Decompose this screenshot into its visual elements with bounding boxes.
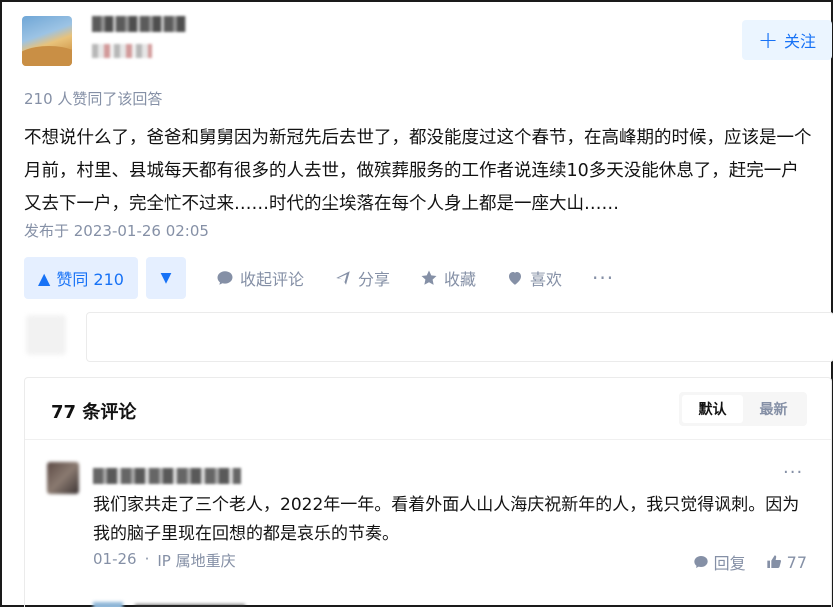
share-label: 分享 (357, 270, 390, 289)
thumbs-up-icon (766, 555, 781, 568)
vote-summary[interactable]: 210 人赞同了该回答 (24, 88, 162, 109)
share-button[interactable]: 分享 (334, 266, 390, 290)
upvote-button[interactable]: ▲ 赞同 210 (24, 257, 138, 299)
comment-bubble-icon (693, 556, 708, 568)
sort-default-tab[interactable]: 默认 (682, 395, 743, 423)
comment-meta: 01-26 · IP 属地重庆 (93, 550, 236, 571)
comment-more-button[interactable]: ··· (783, 462, 803, 483)
comment-date: 01-26 (93, 550, 137, 568)
author-name-redacted[interactable] (92, 16, 186, 32)
plus-icon: + (757, 26, 779, 54)
reply-button[interactable]: 回复 (693, 550, 746, 574)
like-button[interactable]: 喜欢 (506, 266, 562, 290)
reply-label: 回复 (713, 554, 746, 573)
upvote-label: 赞同 210 (56, 270, 124, 289)
answer-action-bar: ▲ 赞同 210 ▼ 收起评论 分享 收藏 喜欢 ··· (24, 257, 614, 299)
answer-content: 不想说什么了，爸爸和舅舅因为新冠先后去世了，都没能度过这个春节，在高峰期的时候，… (24, 128, 812, 214)
favorite-label: 收藏 (443, 270, 476, 289)
meta-separator: · (144, 550, 150, 568)
follow-button[interactable]: + 关注 (742, 20, 832, 60)
next-commenter-avatar[interactable] (93, 602, 123, 607)
author-headline-redacted (92, 44, 152, 58)
comment-text: 我们家共走了三个老人，2022年一年。看着外面人山人海庆祝新年的人，我只觉得讽刺… (93, 495, 800, 544)
triangle-up-icon: ▲ (38, 268, 51, 288)
comment-like-button[interactable]: 77 (766, 553, 807, 572)
triangle-down-icon: ▼ (160, 270, 172, 286)
comment-actions: 回复 77 (693, 550, 807, 574)
current-user-avatar (26, 315, 66, 355)
commenter-name-redacted[interactable] (93, 468, 241, 484)
share-icon (336, 271, 350, 285)
comment-count: 77 条评论 (51, 402, 137, 423)
publish-time: 发布于 2023-01-26 02:05 (24, 222, 209, 240)
commenter-avatar[interactable] (47, 462, 79, 494)
comments-header: 77 条评论 默认 最新 (25, 378, 831, 440)
sort-latest-tab[interactable]: 最新 (743, 395, 804, 423)
heart-icon (509, 272, 521, 285)
like-label: 喜欢 (530, 270, 563, 289)
more-options-button[interactable]: ··· (592, 266, 614, 290)
author-avatar[interactable] (22, 16, 72, 66)
favorite-button[interactable]: 收藏 (420, 266, 476, 290)
follow-label: 关注 (784, 32, 817, 51)
collapse-comments-button[interactable]: 收起评论 (216, 266, 304, 290)
comment-bubble-icon (217, 271, 233, 285)
collapse-comments-label: 收起评论 (239, 270, 304, 289)
comment-sort-switch: 默认 最新 (679, 392, 807, 426)
star-icon (421, 270, 437, 285)
downvote-button[interactable]: ▼ (145, 257, 186, 299)
comment-ip-location: IP 属地重庆 (157, 552, 236, 570)
comment-like-count: 77 (786, 552, 807, 572)
comments-panel: 77 条评论 默认 最新 ··· 我们家共走了三个老人，2022年一年。看着外面… (24, 377, 832, 607)
comment-input[interactable] (86, 312, 833, 362)
